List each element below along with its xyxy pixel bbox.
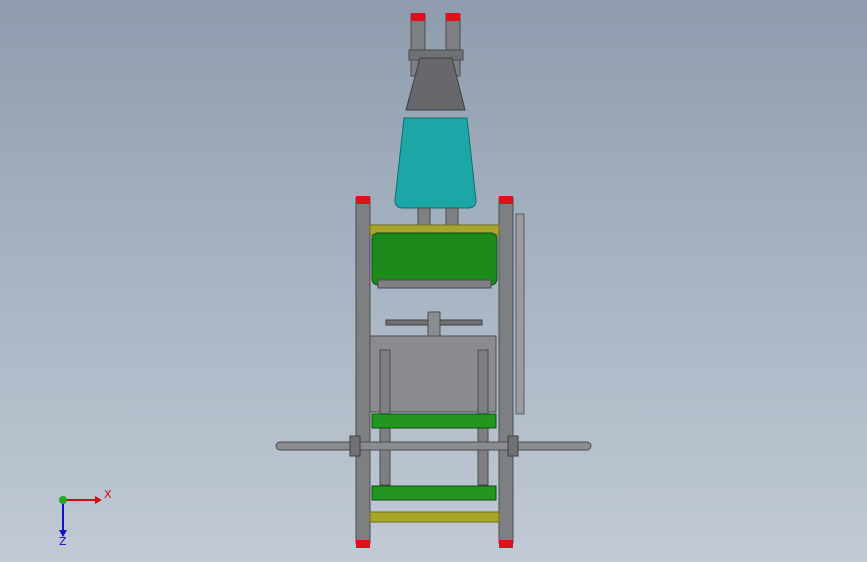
green-crossbar <box>371 485 497 501</box>
frame-cap <box>356 196 370 204</box>
backrest-pad <box>394 117 477 209</box>
post-cap <box>411 13 425 21</box>
cad-viewport[interactable] <box>0 0 867 562</box>
frame-cap <box>356 540 370 548</box>
post-cap <box>446 13 460 21</box>
green-crossbar <box>371 413 497 429</box>
frame-cap <box>499 540 513 548</box>
weight-bar <box>275 441 592 451</box>
axis-triad: X Z <box>40 480 120 550</box>
seat-pad <box>371 232 498 286</box>
y-axis-dot <box>59 496 67 504</box>
machine-model[interactable] <box>0 0 867 562</box>
z-axis-label: Z <box>59 535 67 548</box>
x-axis-label: X <box>104 488 112 501</box>
frame-cap <box>499 196 513 204</box>
olive-crossbar <box>369 511 500 523</box>
